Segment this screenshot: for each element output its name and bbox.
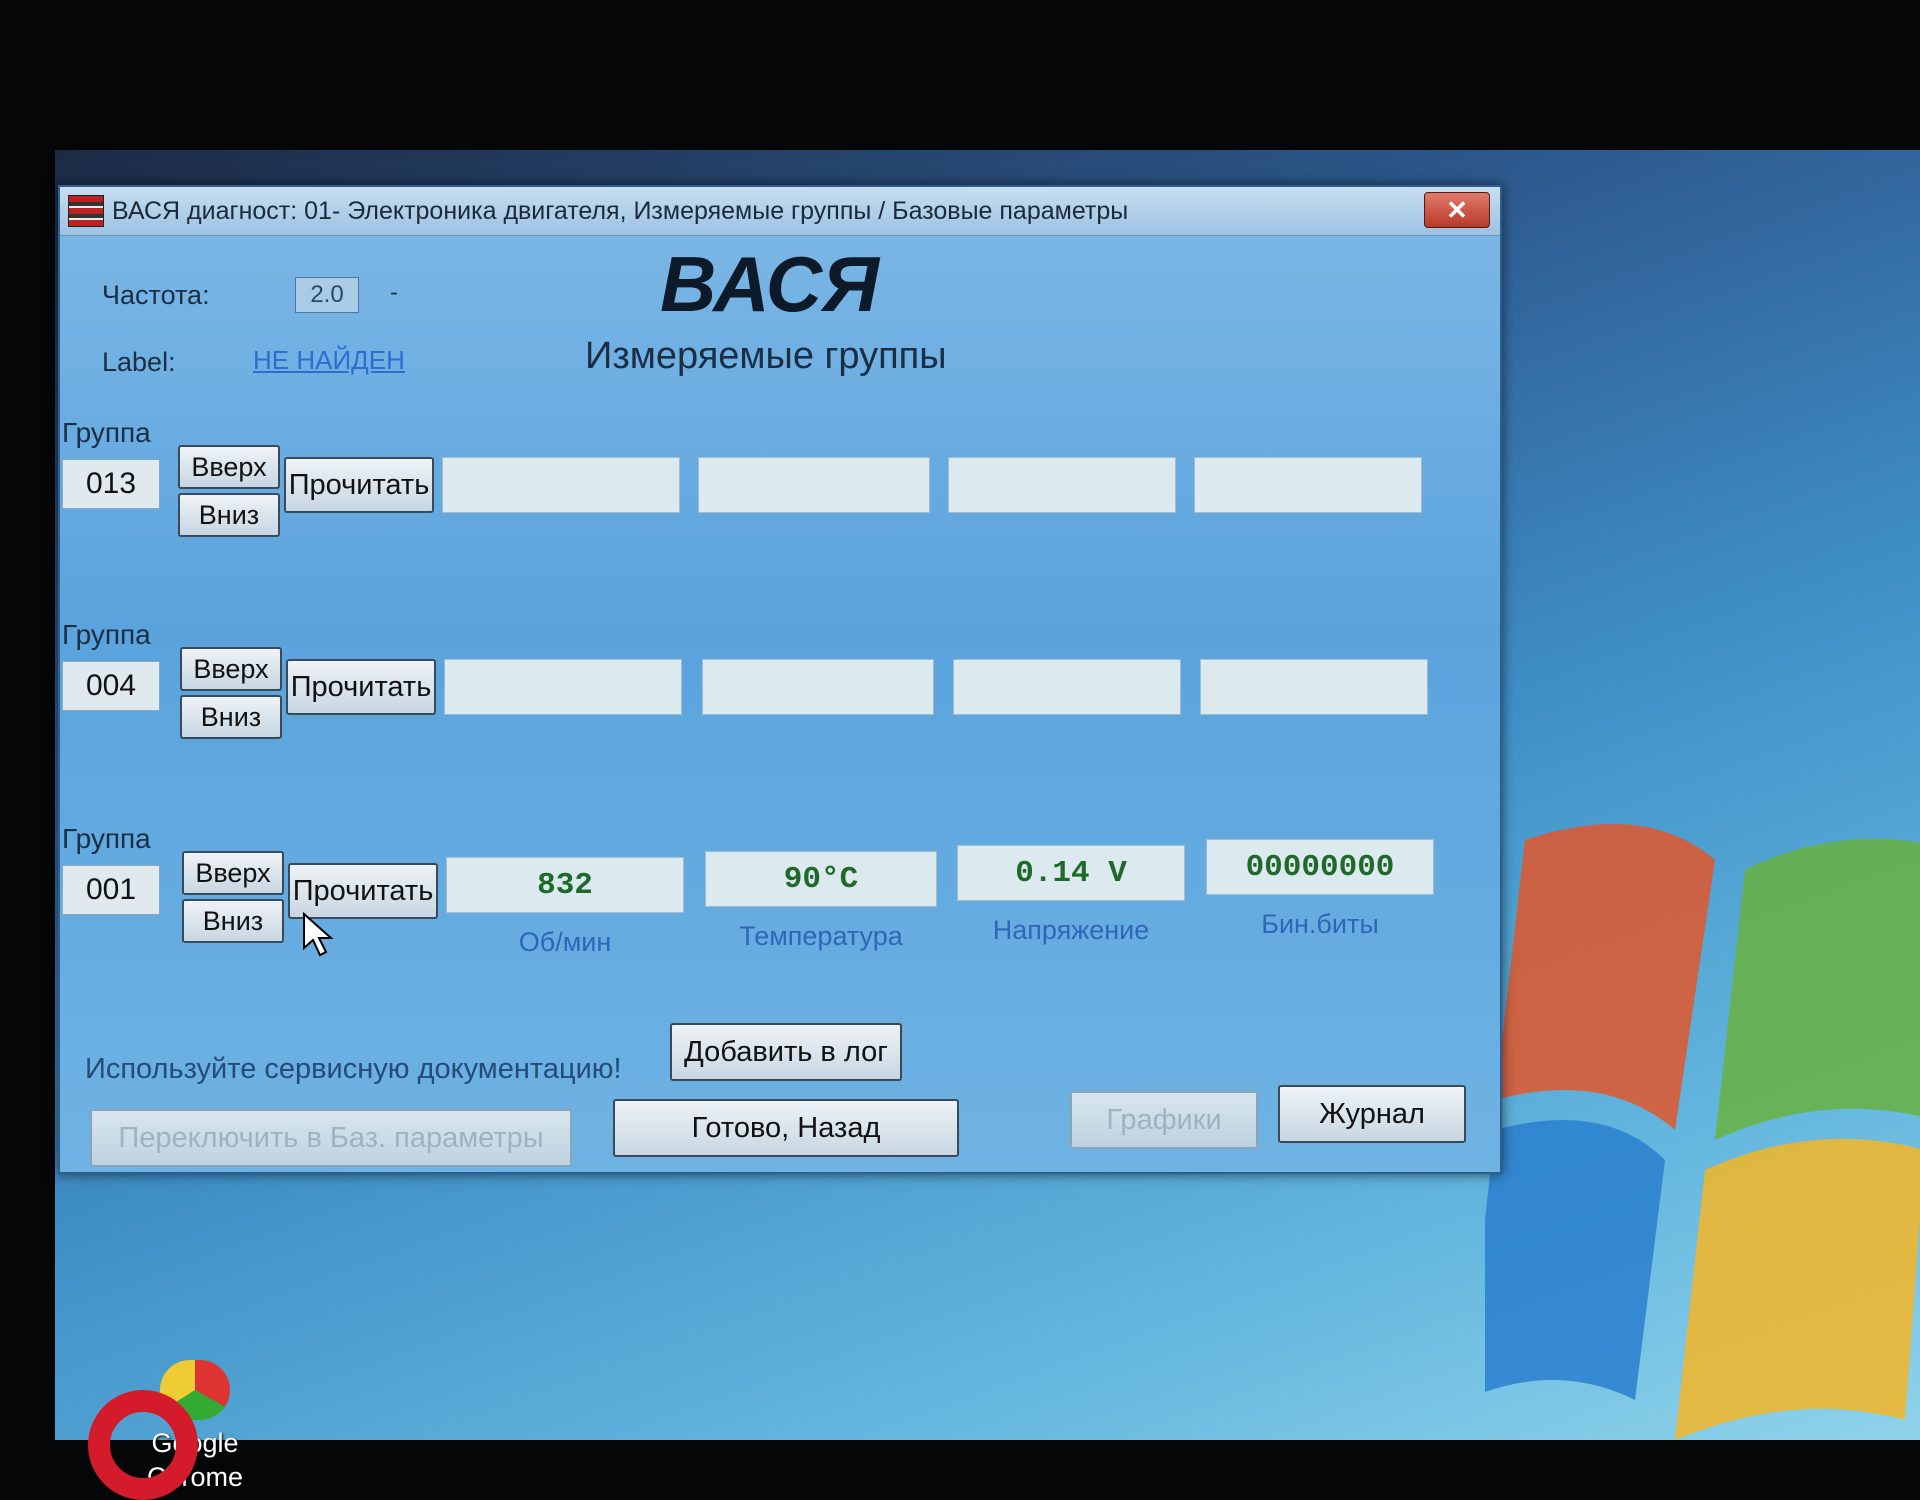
journal-button[interactable]: Журнал	[1278, 1085, 1466, 1143]
graphs-button[interactable]: Графики	[1070, 1091, 1258, 1149]
group-2-down-button[interactable]: Вниз	[180, 695, 282, 739]
group-3-field-voltage: 0.14 V	[957, 845, 1185, 901]
mouse-cursor-icon	[303, 912, 334, 957]
group-3-field-bits: 00000000	[1206, 839, 1434, 895]
close-button[interactable]: ✕	[1424, 192, 1490, 228]
group-3-unit-temperature: Температура	[739, 921, 903, 951]
frequency-label: Частота:	[102, 280, 210, 310]
app-icon	[68, 195, 104, 227]
group-label-2: Группа	[62, 619, 151, 650]
group-1-up-button[interactable]: Вверх	[178, 445, 280, 489]
frequency-value: 2.0	[295, 277, 359, 313]
page-title: Измеряемые группы	[585, 335, 947, 377]
group-3-down-button[interactable]: Вниз	[182, 899, 284, 943]
label-caption: Label:	[102, 347, 176, 377]
app-window: ВАСЯ диагност: 01- Электроника двигателя…	[58, 185, 1502, 1174]
group-3-up-button[interactable]: Вверх	[182, 851, 284, 895]
group-1-field-3	[948, 457, 1176, 513]
group-label-3: Группа	[62, 823, 151, 854]
group-number-1[interactable]: 013	[62, 459, 160, 509]
service-doc-hint: Используйте сервисную документацию!	[85, 1053, 622, 1085]
done-back-button[interactable]: Готово, Назад	[613, 1099, 959, 1157]
brand-logo-text: ВАСЯ	[660, 240, 879, 328]
group-label-1: Группа	[62, 417, 151, 448]
group-3-unit-bits: Бин.биты	[1261, 909, 1379, 939]
group-2-up-button[interactable]: Вверх	[180, 647, 282, 691]
group-2-field-4	[1200, 659, 1428, 715]
group-number-3[interactable]: 001	[62, 865, 160, 915]
group-3-read-button[interactable]: Прочитать	[288, 863, 438, 919]
switch-basic-params-button[interactable]: Переключить в Баз. параметры	[90, 1109, 572, 1167]
add-to-log-button[interactable]: Добавить в лог	[670, 1023, 902, 1081]
frequency-dash: -	[390, 279, 398, 306]
group-2-read-button[interactable]: Прочитать	[286, 659, 436, 715]
group-2-field-2	[702, 659, 934, 715]
group-3-field-temperature: 90°C	[705, 851, 937, 907]
group-1-field-2	[698, 457, 930, 513]
group-1-down-button[interactable]: Вниз	[178, 493, 280, 537]
group-1-field-4	[1194, 457, 1422, 513]
group-1-read-button[interactable]: Прочитать	[284, 457, 434, 513]
opera-icon[interactable]	[88, 1390, 198, 1500]
title-bar[interactable]: ВАСЯ диагност: 01- Электроника двигателя…	[60, 187, 1500, 236]
group-3-unit-voltage: Напряжение	[992, 915, 1150, 945]
group-2-field-3	[953, 659, 1181, 715]
group-1-field-1	[442, 457, 680, 513]
group-3-field-rpm: 832	[446, 857, 684, 913]
group-number-2[interactable]: 004	[62, 661, 160, 711]
windows-logo-icon	[1485, 824, 1920, 1440]
label-value-link[interactable]: НЕ НАЙДЕН	[253, 345, 405, 376]
window-title: ВАСЯ диагност: 01- Электроника двигателя…	[112, 197, 1129, 225]
group-2-field-1	[444, 659, 682, 715]
group-3-unit-rpm: Об/мин	[518, 927, 612, 957]
